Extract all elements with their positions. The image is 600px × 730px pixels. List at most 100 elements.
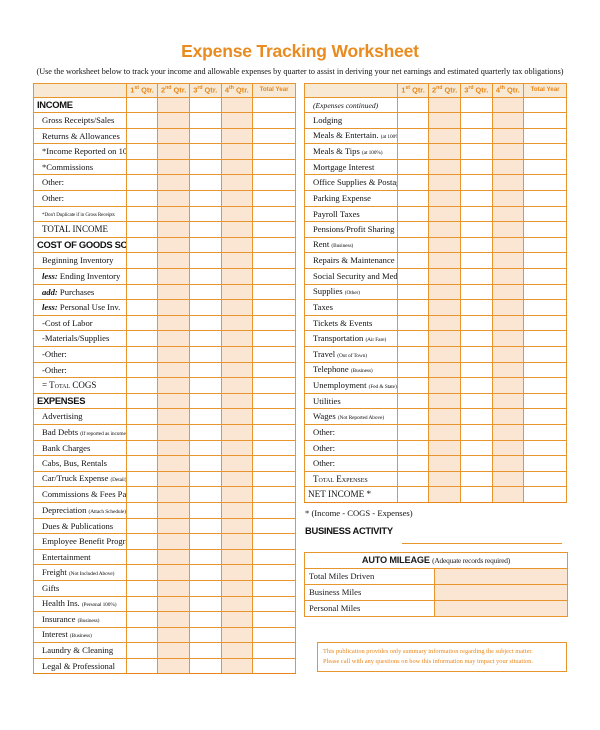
cell-q3[interactable] bbox=[459, 127, 493, 145]
cell-q4[interactable] bbox=[491, 174, 525, 192]
cell-q2[interactable] bbox=[157, 127, 190, 145]
business-activity-fill-line[interactable] bbox=[402, 542, 562, 544]
cell-q3[interactable] bbox=[188, 439, 222, 457]
cell-q4[interactable] bbox=[491, 283, 525, 301]
cell-total-year[interactable] bbox=[252, 642, 296, 659]
cell-q4[interactable] bbox=[491, 439, 525, 457]
cell-total-year[interactable] bbox=[252, 314, 296, 332]
cell-q4[interactable] bbox=[491, 221, 525, 238]
cell-total-year[interactable] bbox=[252, 221, 296, 238]
cell-q4[interactable] bbox=[220, 112, 254, 129]
cell-q4[interactable] bbox=[220, 174, 254, 192]
cell-q3[interactable] bbox=[188, 221, 222, 238]
cell-total-year[interactable] bbox=[252, 112, 296, 129]
cell-total-year[interactable] bbox=[523, 205, 567, 223]
cell-total-year[interactable] bbox=[252, 579, 296, 597]
cell-q1[interactable] bbox=[125, 533, 159, 550]
cell-q1[interactable] bbox=[125, 221, 159, 238]
cell-total-year[interactable] bbox=[523, 377, 567, 394]
cell-q2[interactable] bbox=[157, 174, 190, 192]
cell-q1[interactable] bbox=[125, 548, 159, 566]
cell-q3[interactable] bbox=[188, 579, 222, 597]
cell-q4[interactable] bbox=[491, 361, 525, 379]
cell-q2[interactable] bbox=[157, 330, 190, 347]
cell-q2[interactable] bbox=[157, 96, 190, 114]
cell-q4[interactable] bbox=[491, 392, 525, 410]
cell-q3[interactable] bbox=[188, 470, 222, 488]
cell-total-year[interactable] bbox=[252, 486, 296, 503]
cell-q1[interactable] bbox=[125, 392, 159, 410]
cell-q2[interactable] bbox=[157, 112, 190, 129]
cell-total-year[interactable] bbox=[523, 143, 567, 160]
cell-q1[interactable] bbox=[125, 657, 159, 675]
cell-q2[interactable] bbox=[428, 486, 461, 503]
cell-q2[interactable] bbox=[428, 377, 461, 394]
cell-total-year[interactable] bbox=[252, 330, 296, 347]
cell-q2[interactable] bbox=[428, 112, 461, 129]
cell-total-year[interactable] bbox=[252, 158, 296, 176]
cell-q1[interactable] bbox=[125, 423, 159, 441]
cell-q4[interactable] bbox=[220, 501, 254, 519]
cell-total-year[interactable] bbox=[523, 190, 567, 207]
cell-q3[interactable] bbox=[188, 377, 222, 394]
cell-q3[interactable] bbox=[459, 361, 493, 379]
cell-q4[interactable] bbox=[220, 283, 254, 301]
cell-q4[interactable] bbox=[220, 470, 254, 488]
cell-q1[interactable] bbox=[125, 158, 159, 176]
cell-q3[interactable] bbox=[459, 455, 493, 472]
cell-total-year[interactable] bbox=[252, 517, 296, 535]
cell-q1[interactable] bbox=[396, 361, 430, 379]
cell-q2[interactable] bbox=[157, 252, 190, 270]
cell-q1[interactable] bbox=[396, 439, 430, 457]
cell-total-year[interactable] bbox=[252, 252, 296, 270]
cell-q1[interactable] bbox=[125, 112, 159, 129]
cell-q3[interactable] bbox=[459, 221, 493, 238]
cell-q2[interactable] bbox=[428, 361, 461, 379]
cell-q2[interactable] bbox=[428, 346, 461, 363]
cell-q2[interactable] bbox=[157, 579, 190, 597]
cell-q1[interactable] bbox=[125, 470, 159, 488]
cell-q1[interactable] bbox=[125, 299, 159, 316]
cell-q4[interactable] bbox=[220, 252, 254, 270]
cell-q3[interactable] bbox=[459, 158, 493, 176]
cell-total-year[interactable] bbox=[523, 314, 567, 332]
cell-q3[interactable] bbox=[188, 127, 222, 145]
cell-q2[interactable] bbox=[157, 236, 190, 254]
cell-total-year[interactable] bbox=[252, 205, 296, 223]
cell-total-year[interactable] bbox=[252, 408, 296, 425]
cell-total-year[interactable] bbox=[252, 268, 296, 285]
cell-q3[interactable] bbox=[188, 611, 222, 628]
cell-total-year[interactable] bbox=[523, 361, 567, 379]
cell-q1[interactable] bbox=[125, 377, 159, 394]
cell-q2[interactable] bbox=[428, 221, 461, 238]
cell-total-year[interactable] bbox=[523, 221, 567, 238]
cell-q2[interactable] bbox=[157, 657, 190, 675]
cell-q2[interactable] bbox=[157, 486, 190, 503]
cell-q1[interactable] bbox=[125, 642, 159, 659]
cell-q1[interactable] bbox=[125, 283, 159, 301]
cell-q2[interactable] bbox=[157, 501, 190, 519]
cell-q2[interactable] bbox=[157, 283, 190, 301]
cell-q4[interactable] bbox=[491, 423, 525, 441]
cell-q4[interactable] bbox=[491, 252, 525, 270]
cell-q4[interactable] bbox=[220, 143, 254, 160]
cell-q1[interactable] bbox=[125, 190, 159, 207]
cell-q2[interactable] bbox=[428, 158, 461, 176]
cell-q2[interactable] bbox=[157, 470, 190, 488]
cell-q1[interactable] bbox=[125, 611, 159, 628]
cell-total-year[interactable] bbox=[252, 143, 296, 160]
cell-q1[interactable] bbox=[396, 96, 430, 114]
cell-q4[interactable] bbox=[491, 190, 525, 207]
cell-q1[interactable] bbox=[396, 314, 430, 332]
cell-q1[interactable] bbox=[125, 486, 159, 503]
cell-total-year[interactable] bbox=[252, 283, 296, 301]
cell-q3[interactable] bbox=[459, 190, 493, 207]
cell-q3[interactable] bbox=[188, 314, 222, 332]
cell-q3[interactable] bbox=[188, 642, 222, 659]
cell-q2[interactable] bbox=[157, 408, 190, 425]
cell-q3[interactable] bbox=[459, 143, 493, 160]
cell-total-year[interactable] bbox=[252, 501, 296, 519]
cell-q1[interactable] bbox=[396, 408, 430, 425]
cell-q2[interactable] bbox=[428, 299, 461, 316]
cell-q1[interactable] bbox=[125, 205, 159, 223]
